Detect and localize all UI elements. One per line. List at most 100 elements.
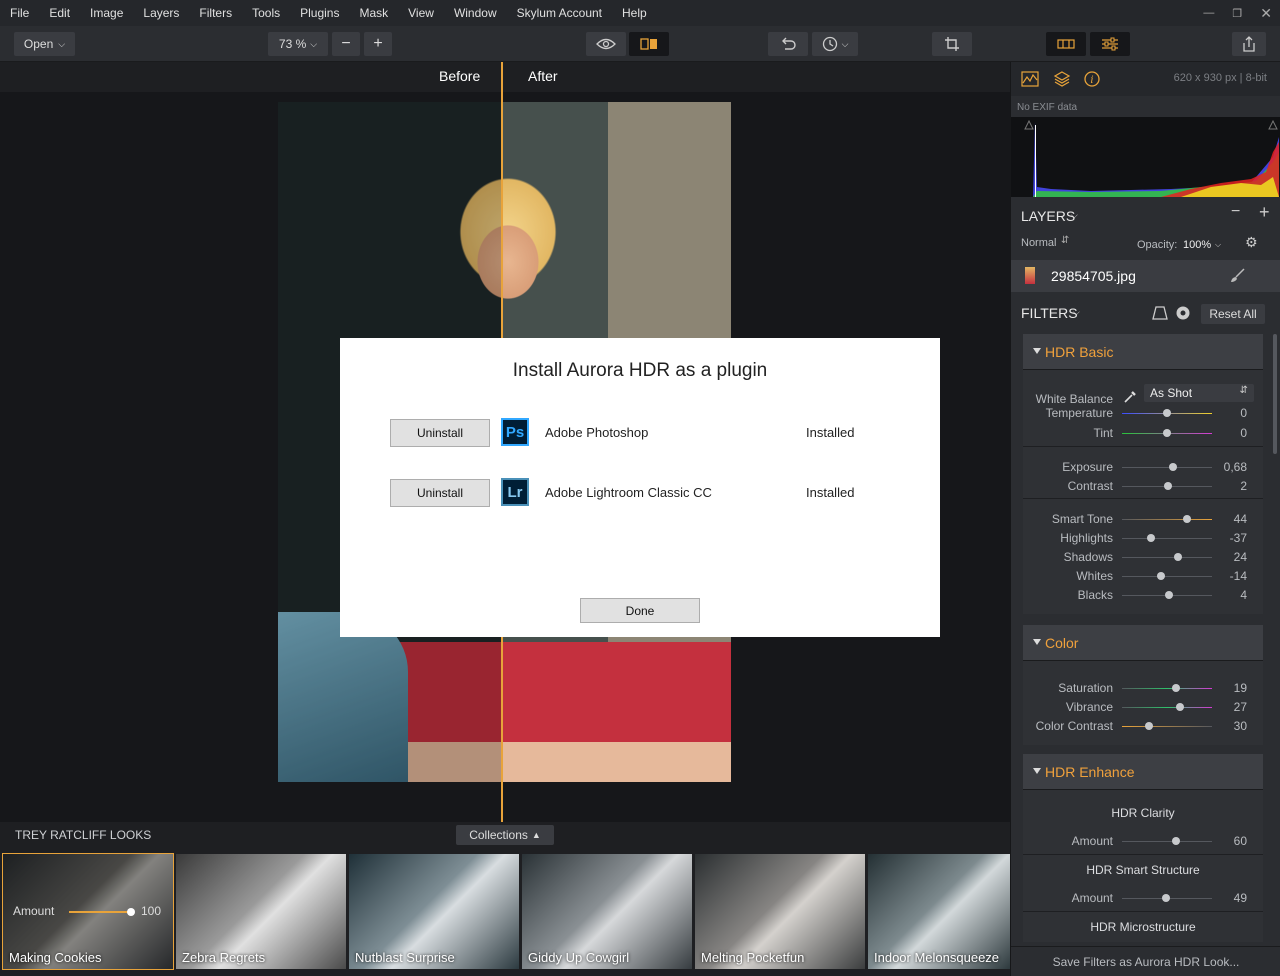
slider-row[interactable]: Whites -14: [1023, 567, 1263, 586]
slider-track[interactable]: [1122, 467, 1212, 468]
minimize-icon[interactable]: —: [1203, 7, 1214, 19]
add-layer-icon[interactable]: +: [1259, 202, 1270, 223]
menu-image[interactable]: Image: [80, 0, 133, 26]
slider-knob[interactable]: [1182, 515, 1191, 523]
close-icon[interactable]: ✕: [1260, 5, 1272, 22]
uninstall-lightroom-button[interactable]: Uninstall: [390, 479, 490, 507]
undo-button[interactable]: [768, 32, 808, 56]
slider-knob[interactable]: [1162, 894, 1171, 902]
look-thumb-zebra-regrets[interactable]: Zebra Regrets: [176, 854, 346, 969]
menu-edit[interactable]: Edit: [39, 0, 80, 26]
look-thumb-making-cookies[interactable]: Amount 100 Making Cookies: [2, 853, 174, 970]
slider-row[interactable]: Saturation 19: [1023, 679, 1263, 698]
looks-toggle-button[interactable]: [1046, 32, 1086, 56]
menu-layers[interactable]: Layers: [133, 0, 189, 26]
slider-knob[interactable]: [1163, 409, 1171, 417]
menu-file[interactable]: File: [0, 0, 39, 26]
white-balance-select[interactable]: As Shot ⇵: [1144, 384, 1254, 402]
zoom-in-button[interactable]: +: [364, 32, 392, 56]
menu-skylum-account[interactable]: Skylum Account: [507, 0, 612, 26]
look-thumb-nutblast-surprise[interactable]: Nutblast Surprise: [349, 854, 519, 969]
look-thumb-melting-pocketfun[interactable]: Melting Pocketfun: [695, 854, 865, 969]
save-filters-as-look-button[interactable]: Save Filters as Aurora HDR Look...: [1011, 946, 1280, 976]
open-label: Open: [23, 37, 54, 51]
filter-hdr-basic-header[interactable]: HDR Basic: [1023, 334, 1263, 370]
layer-item[interactable]: 29854705.jpg: [1011, 260, 1280, 292]
filters-title[interactable]: FILTERS: [1021, 305, 1078, 321]
compare-button[interactable]: [629, 32, 669, 56]
aperture-icon[interactable]: [1175, 305, 1191, 321]
layers-title[interactable]: LAYERS: [1021, 208, 1075, 224]
slider-track[interactable]: [1122, 726, 1212, 727]
slider-knob[interactable]: [1145, 722, 1153, 730]
look-thumb-indoor-melonsqueeze[interactable]: Indoor Melonsqueeze: [868, 854, 1010, 969]
slider-knob[interactable]: [1169, 463, 1178, 471]
collections-button[interactable]: Collections ▲: [456, 825, 554, 845]
menu-plugins[interactable]: Plugins: [290, 0, 349, 26]
slider-row[interactable]: Vibrance 27: [1023, 698, 1263, 717]
menu-filters[interactable]: Filters: [189, 0, 242, 26]
slider-knob[interactable]: [1163, 429, 1171, 437]
menu-window[interactable]: Window: [444, 0, 507, 26]
menu-tools[interactable]: Tools: [242, 0, 290, 26]
blend-mode-select[interactable]: Normal: [1021, 237, 1056, 249]
slider-track[interactable]: [1122, 707, 1212, 708]
brush-icon[interactable]: [1229, 268, 1245, 284]
slider-row[interactable]: Amount 49: [1023, 889, 1263, 908]
opacity-value[interactable]: 100%: [1183, 239, 1211, 251]
open-button[interactable]: Open ⌵: [14, 32, 75, 56]
slider-knob[interactable]: [1173, 553, 1182, 561]
slider-row[interactable]: Temperature 0: [1023, 404, 1263, 423]
info-icon[interactable]: i: [1083, 70, 1101, 88]
slider-knob[interactable]: [1156, 572, 1165, 580]
slider-row[interactable]: Tint 0: [1023, 424, 1263, 443]
slider-knob[interactable]: [1175, 703, 1184, 711]
slider-track[interactable]: [1122, 688, 1212, 689]
slider-track[interactable]: [1122, 557, 1212, 558]
look-thumb-giddy-up-cowgirl[interactable]: Giddy Up Cowgirl: [522, 854, 692, 969]
filter-color-header[interactable]: Color: [1023, 625, 1263, 661]
menu-mask[interactable]: Mask: [349, 0, 398, 26]
slider-knob[interactable]: [1163, 482, 1172, 490]
done-button[interactable]: Done: [580, 598, 700, 623]
perspective-icon[interactable]: [1152, 305, 1168, 321]
slider-knob[interactable]: [1172, 837, 1180, 845]
slider-track[interactable]: [1122, 519, 1212, 520]
history-button[interactable]: ⌵: [812, 32, 858, 56]
gear-icon[interactable]: ⚙: [1245, 234, 1258, 251]
zoom-out-button[interactable]: −: [332, 32, 360, 56]
look-amount-slider[interactable]: [69, 911, 133, 913]
adjustments-toggle-button[interactable]: [1090, 32, 1130, 56]
slider-row[interactable]: Exposure 0,68: [1023, 458, 1263, 477]
slider-row[interactable]: Smart Tone 44: [1023, 510, 1263, 529]
filter-hdr-enhance-header[interactable]: HDR Enhance: [1023, 754, 1263, 790]
crop-button[interactable]: [932, 32, 972, 56]
slider-knob[interactable]: [1172, 684, 1180, 692]
menu-view[interactable]: View: [398, 0, 444, 26]
slider-row[interactable]: Color Contrast 30: [1023, 717, 1263, 736]
slider-track[interactable]: [1122, 841, 1212, 842]
menu-help[interactable]: Help: [612, 0, 657, 26]
restore-icon[interactable]: ❐: [1232, 7, 1242, 20]
slider-row[interactable]: Amount 60: [1023, 832, 1263, 851]
slider-knob[interactable]: [1164, 591, 1173, 599]
slider-row[interactable]: Highlights -37: [1023, 529, 1263, 548]
slider-row[interactable]: Contrast 2: [1023, 477, 1263, 496]
remove-layer-icon[interactable]: −: [1231, 203, 1240, 221]
filmstrip-icon: [1057, 39, 1075, 49]
reset-all-button[interactable]: Reset All: [1201, 304, 1265, 324]
slider-track[interactable]: [1122, 538, 1212, 539]
slider-knob[interactable]: [1146, 534, 1155, 542]
share-button[interactable]: [1232, 32, 1266, 56]
slider-row[interactable]: Blacks 4: [1023, 586, 1263, 605]
preview-button[interactable]: [586, 32, 626, 56]
uninstall-photoshop-button[interactable]: Uninstall: [390, 419, 490, 447]
slider-track[interactable]: [1122, 576, 1212, 577]
eyedropper-icon[interactable]: [1122, 389, 1138, 405]
look-amount-knob[interactable]: [127, 908, 135, 916]
filters-scrollbar[interactable]: [1273, 334, 1277, 454]
slider-row[interactable]: Shadows 24: [1023, 548, 1263, 567]
zoom-select[interactable]: 73 % ⌵: [268, 32, 328, 56]
histogram-icon[interactable]: [1021, 71, 1039, 87]
layers-icon[interactable]: [1053, 70, 1071, 88]
